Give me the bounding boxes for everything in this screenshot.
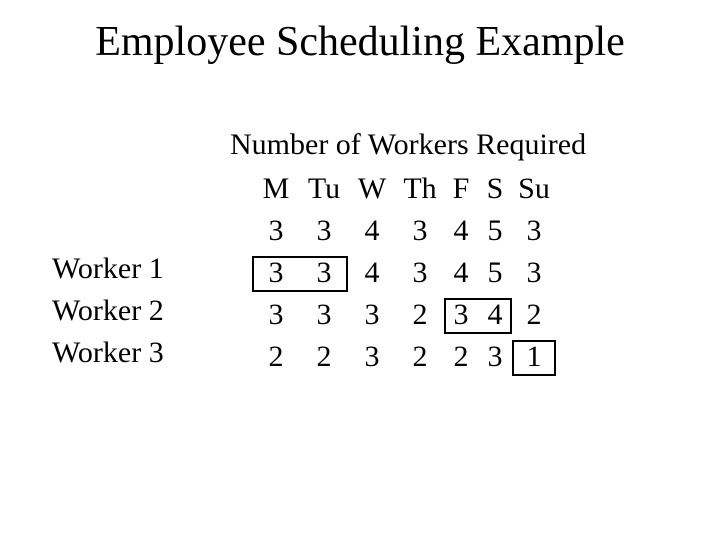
cell: 3 [478, 336, 512, 378]
cell: 3 [444, 294, 478, 336]
row-label-worker1: Worker 1 [52, 252, 164, 286]
table-row: 3 3 3 2 3 4 2 [252, 294, 556, 336]
slide-title: Employee Scheduling Example [0, 18, 720, 66]
cell: 3 [252, 294, 300, 336]
cell: 5 [478, 252, 512, 294]
cell: 3 [396, 210, 444, 252]
cell: 2 [396, 294, 444, 336]
cell: 5 [478, 210, 512, 252]
cell: 4 [444, 252, 478, 294]
cell: 3 [512, 210, 556, 252]
cell: 2 [512, 294, 556, 336]
cell: 4 [444, 210, 478, 252]
cell: 3 [348, 336, 396, 378]
cell: 2 [396, 336, 444, 378]
table-header-row: M Tu W Th F S Su [252, 168, 556, 210]
cell: 3 [300, 252, 348, 294]
table-row: 3 3 4 3 4 5 3 [252, 252, 556, 294]
cell: 4 [478, 294, 512, 336]
header-su: Su [512, 168, 556, 210]
cell: 3 [252, 252, 300, 294]
cell: 3 [252, 210, 300, 252]
slide: Employee Scheduling Example Number of Wo… [0, 0, 720, 540]
header-tu: Tu [300, 168, 348, 210]
header-th: Th [396, 168, 444, 210]
row-label-worker3: Worker 3 [52, 336, 164, 370]
schedule-table: M Tu W Th F S Su 3 3 4 3 4 5 3 3 3 4 3 4… [252, 168, 556, 378]
cell: 1 [512, 336, 556, 378]
cell: 2 [252, 336, 300, 378]
cell: 4 [348, 252, 396, 294]
header-w: W [348, 168, 396, 210]
table-row: 2 2 3 2 2 3 1 [252, 336, 556, 378]
cell: 3 [396, 252, 444, 294]
row-label-worker2: Worker 2 [52, 294, 164, 328]
cell: 2 [300, 336, 348, 378]
header-f: F [444, 168, 478, 210]
cell: 2 [444, 336, 478, 378]
header-s: S [478, 168, 512, 210]
table-row: 3 3 4 3 4 5 3 [252, 210, 556, 252]
header-m: M [252, 168, 300, 210]
cell: 3 [300, 294, 348, 336]
cell: 3 [348, 294, 396, 336]
cell: 4 [348, 210, 396, 252]
table-caption: Number of Workers Required [230, 128, 586, 162]
cell: 3 [512, 252, 556, 294]
cell: 3 [300, 210, 348, 252]
